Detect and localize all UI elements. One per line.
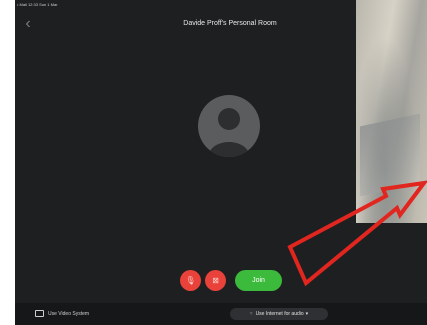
microphone-muted-icon: 🎙: [185, 276, 196, 285]
wifi-icon: ≈: [249, 311, 253, 317]
zoom-join-screen: • Mail 12:33 Sun 1 Mar ‹ Davide Proff's …: [15, 0, 427, 325]
mic-toggle-button[interactable]: 🎙: [180, 270, 201, 291]
bottom-bar: Use Video System ≈ Use Internet for audio…: [15, 303, 427, 325]
video-system-label: Use Video System: [48, 311, 90, 317]
preview-shadow: [360, 113, 420, 197]
video-off-icon: ⊠: [212, 276, 219, 285]
chevron-left-icon: ‹: [25, 15, 31, 32]
avatar: [198, 95, 260, 157]
video-toggle-button[interactable]: ⊠: [205, 270, 226, 291]
screen-icon: [35, 310, 44, 318]
back-button[interactable]: ‹: [19, 12, 37, 36]
audio-option-label: Use Internet for audio: [255, 311, 304, 317]
room-title: Davide Proff's Personal Room: [183, 20, 277, 27]
audio-option-dropdown[interactable]: ≈ Use Internet for audio ▾: [230, 308, 328, 320]
self-camera-preview: [356, 0, 427, 223]
status-bar: • Mail 12:33 Sun 1 Mar: [17, 2, 58, 7]
use-video-system-button[interactable]: Use Video System: [35, 309, 89, 319]
join-button[interactable]: Join: [235, 270, 282, 291]
person-silhouette-icon: [208, 108, 250, 157]
caret-down-icon: ▾: [305, 311, 309, 317]
